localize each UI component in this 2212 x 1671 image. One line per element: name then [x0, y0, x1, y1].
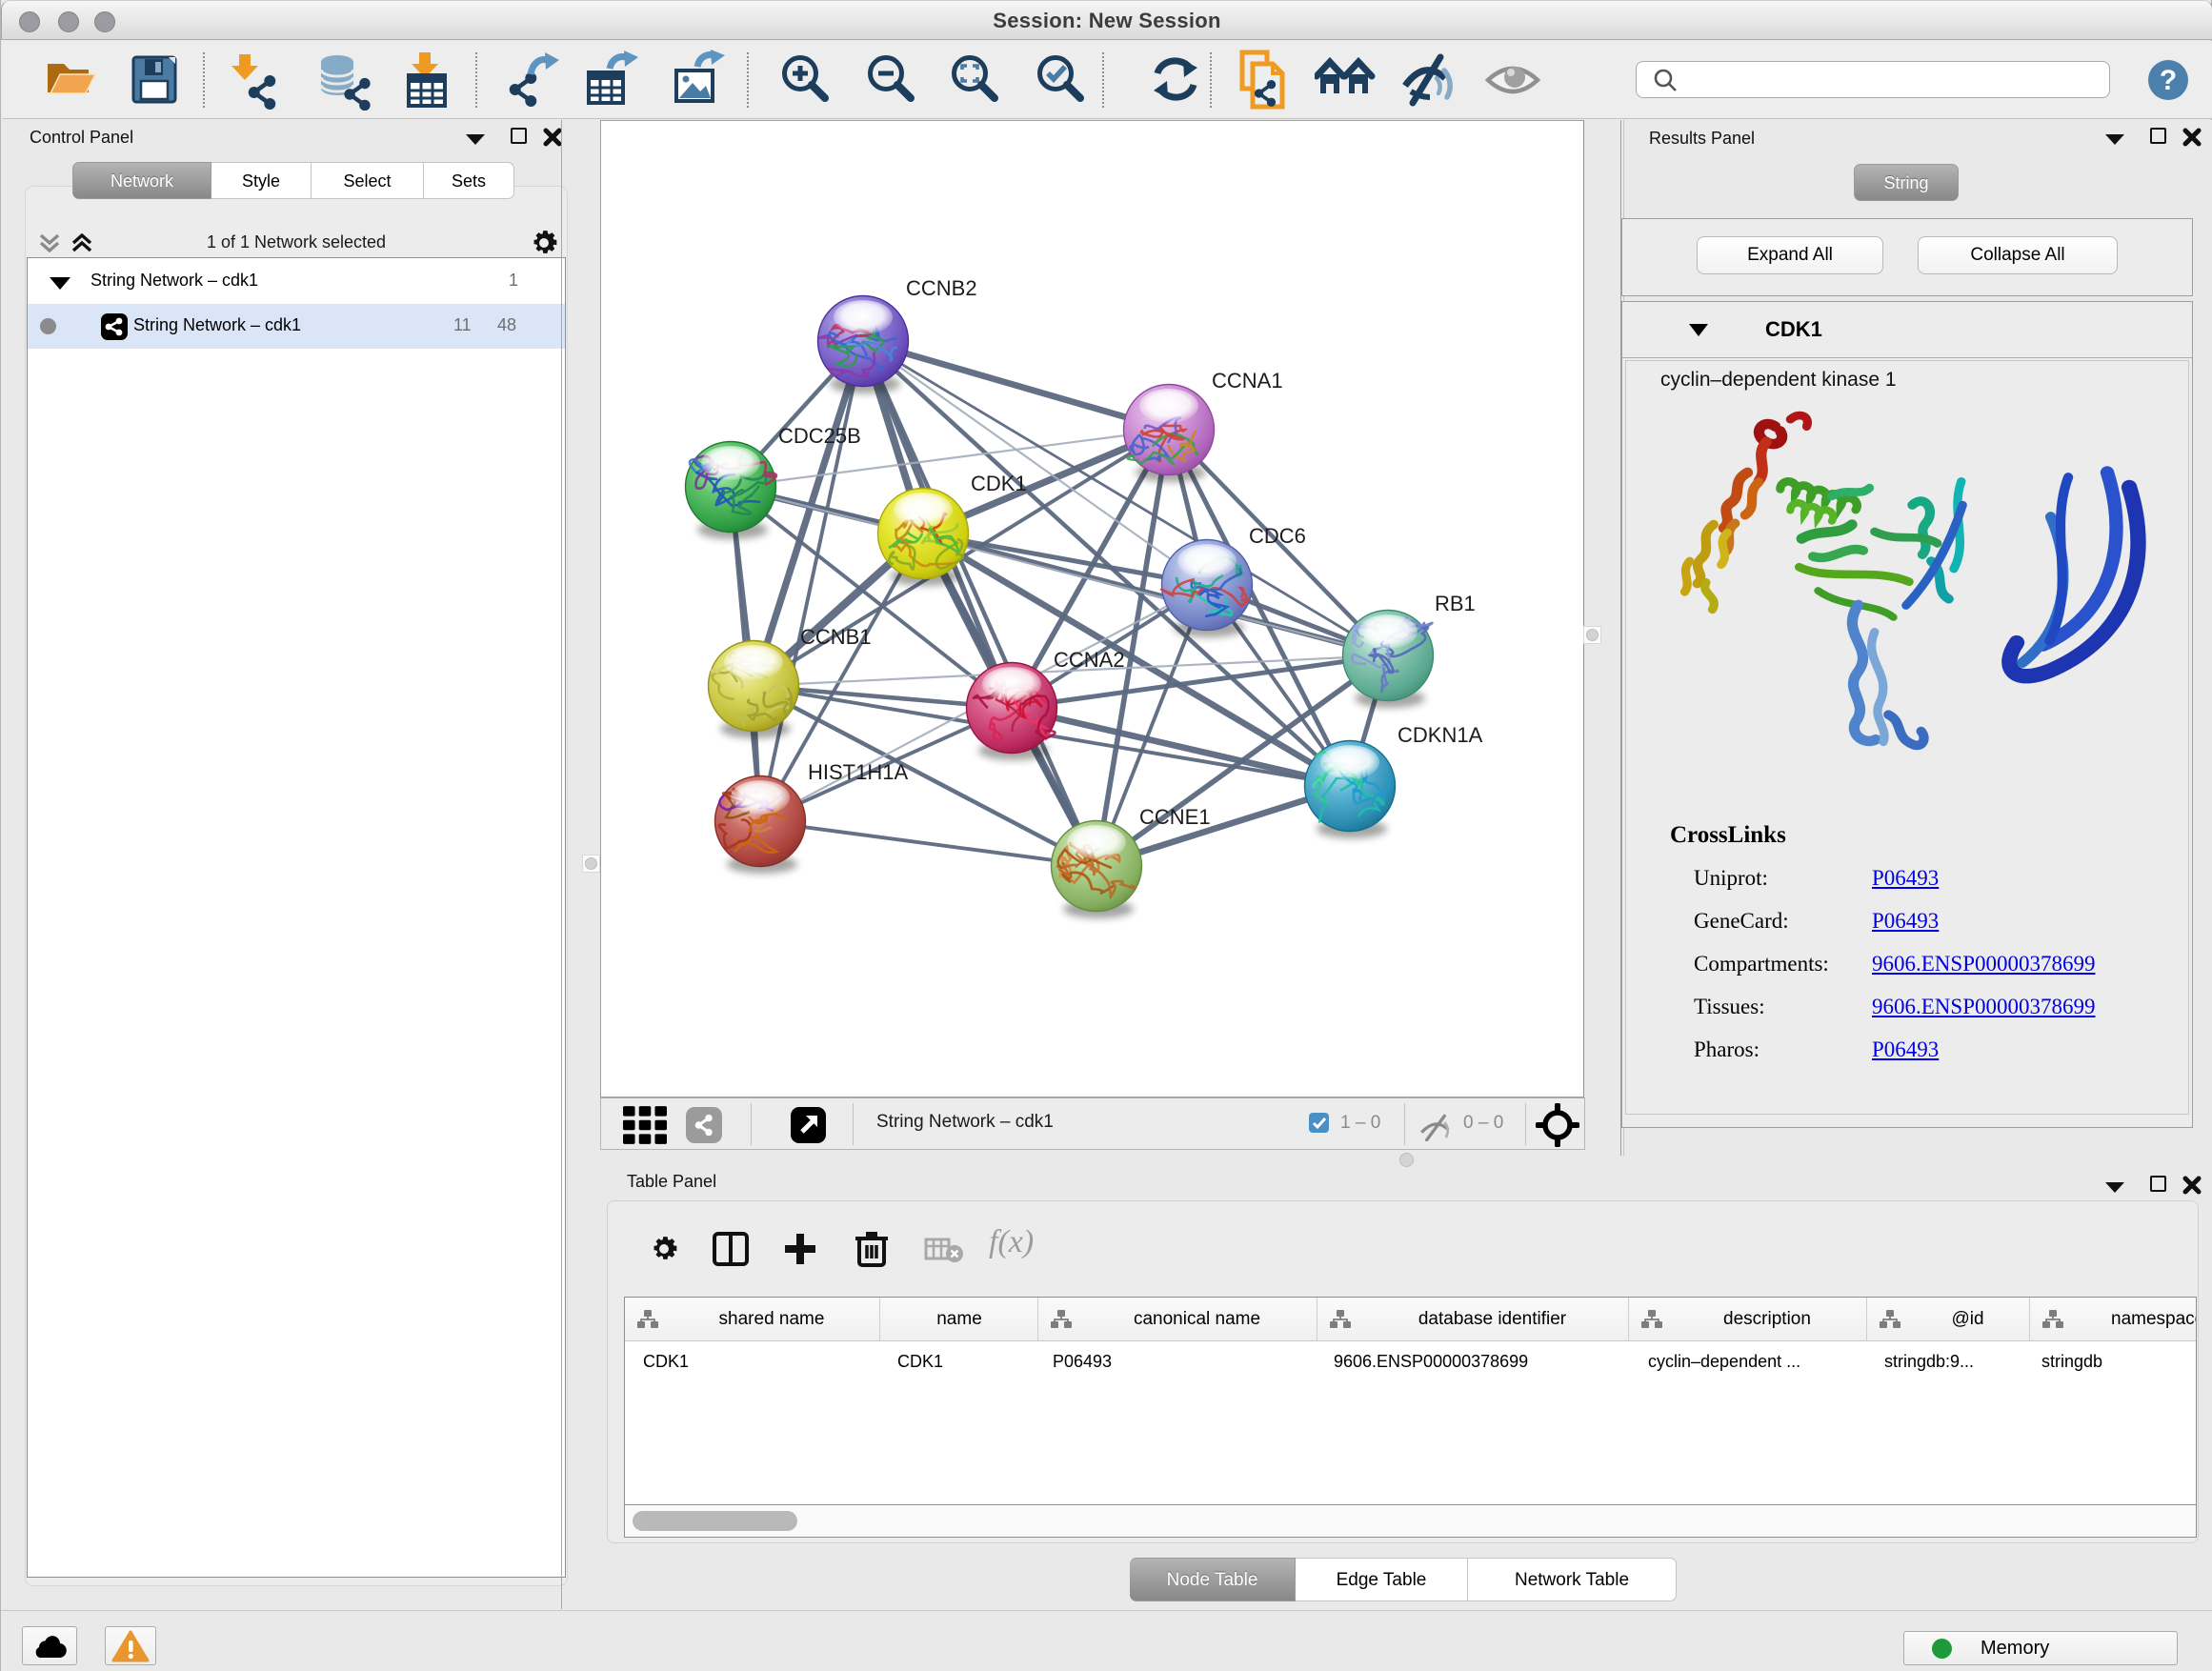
svg-text:CCNE1: CCNE1 [1139, 805, 1211, 829]
svg-text:CCNB2: CCNB2 [906, 276, 977, 300]
svg-text:RB1: RB1 [1435, 592, 1476, 615]
svg-text:HIST1H1A: HIST1H1A [808, 760, 908, 784]
svg-text:CDC6: CDC6 [1249, 524, 1306, 548]
svg-text:?: ? [2160, 65, 2177, 96]
svg-text:CDC25B: CDC25B [778, 424, 861, 448]
svg-text:CCNA2: CCNA2 [1054, 648, 1125, 672]
svg-text:CDK1: CDK1 [971, 472, 1027, 495]
svg-text:CCNA1: CCNA1 [1212, 369, 1283, 393]
svg-text:CDKN1A: CDKN1A [1398, 723, 1483, 747]
svg-text:CCNB1: CCNB1 [800, 625, 872, 649]
